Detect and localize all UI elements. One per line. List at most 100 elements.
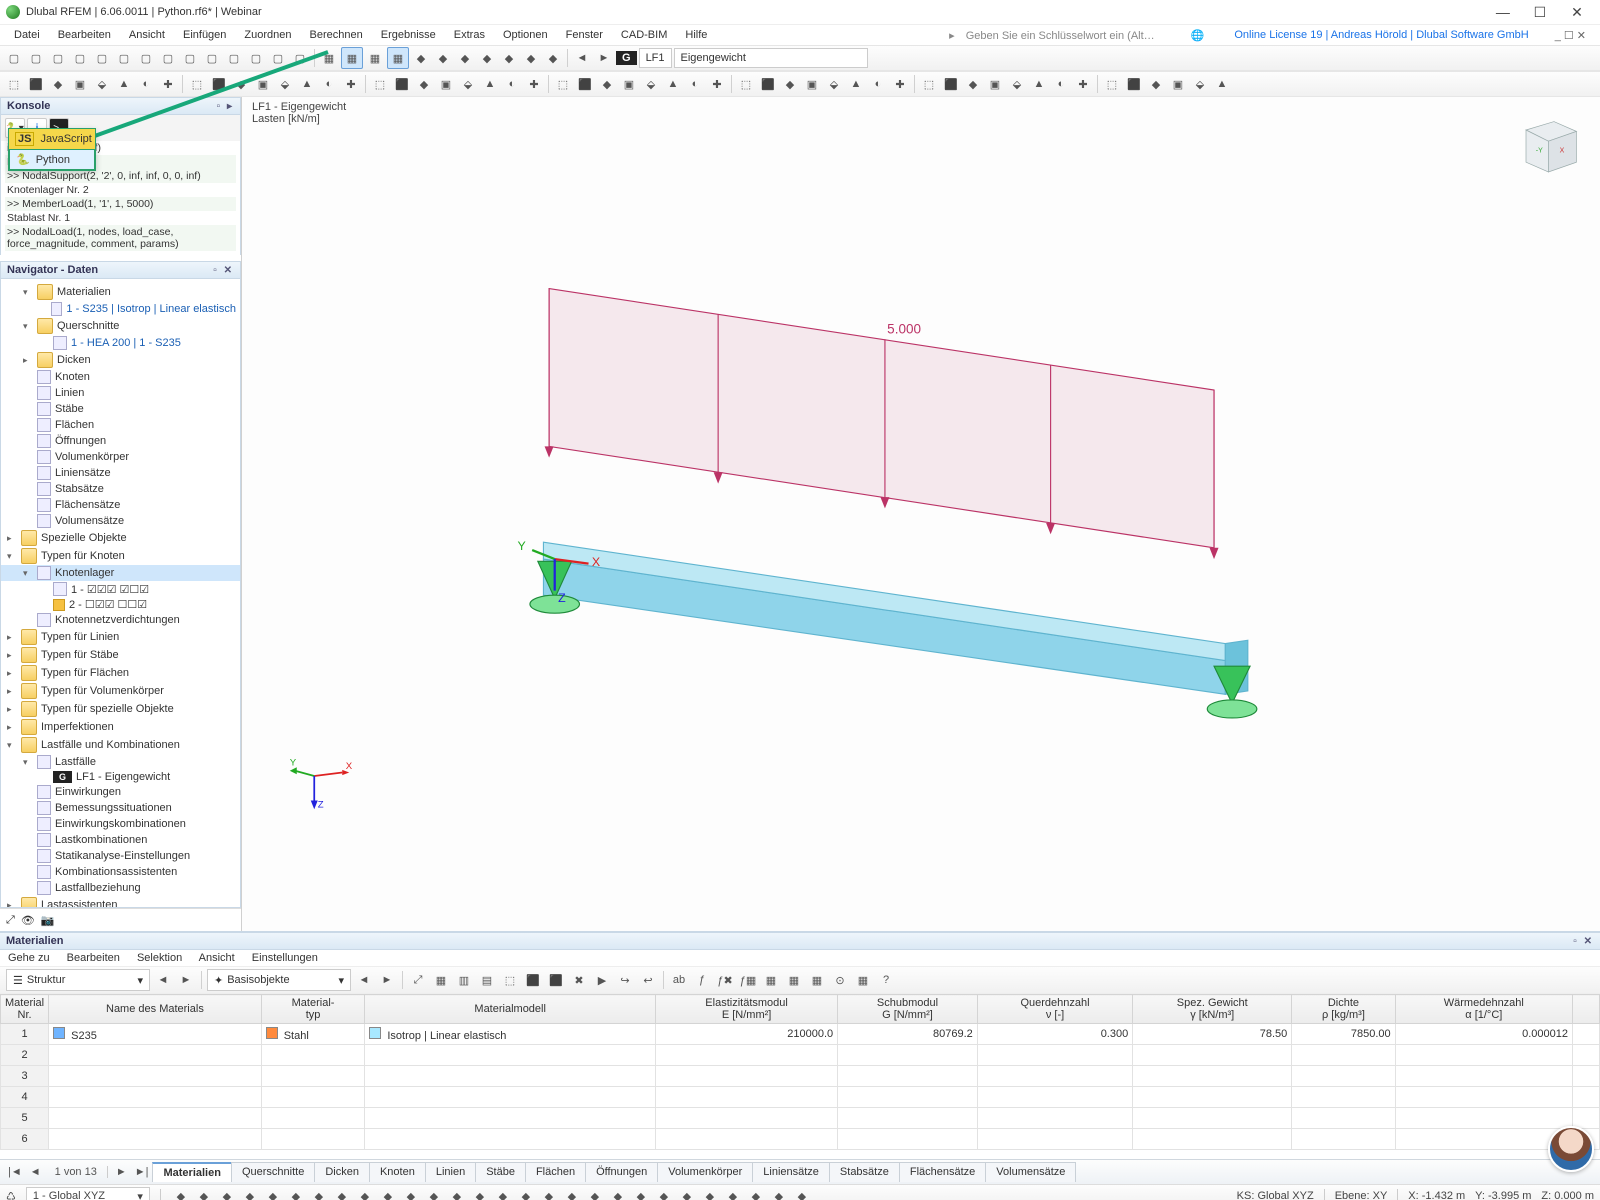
tree-item[interactable]: Einwirkungskombinationen <box>1 816 240 832</box>
tree-expand-icon[interactable]: ⤢ <box>6 914 15 927</box>
bp-tool[interactable]: ? <box>876 970 896 990</box>
tree-item[interactable]: ▸Spezielle Objekte <box>1 529 240 547</box>
bp-menu-bearbeiten[interactable]: Bearbeiten <box>67 952 120 964</box>
toolbar-button[interactable]: ▲ <box>1212 74 1232 94</box>
menu-fenster[interactable]: Fenster <box>558 27 611 43</box>
tree-item[interactable]: ▸Typen für Volumenkörper <box>1 682 240 700</box>
navigator-header[interactable]: Navigator - Daten▫ ✕ <box>0 261 241 279</box>
status-tool[interactable]: ◆ <box>723 1186 743 1200</box>
tree-item[interactable]: ▾Lastfälle und Kombinationen <box>1 736 240 754</box>
tree-item[interactable]: 1 - HEA 200 | 1 - S235 <box>1 335 240 351</box>
toolbar-button[interactable]: ⬙ <box>275 74 295 94</box>
toolbar-button[interactable]: ✚ <box>158 74 178 94</box>
tree-item[interactable]: Knoten <box>1 369 240 385</box>
assistant-avatar[interactable] <box>1548 1126 1594 1172</box>
tree-item[interactable]: Einwirkungen <box>1 784 240 800</box>
bp-tool[interactable]: ▶ <box>592 970 612 990</box>
menu-einfuegen[interactable]: Einfügen <box>175 27 234 43</box>
nav-prev[interactable]: ◄ <box>153 970 173 990</box>
tree-item[interactable]: ▸Lastassistenten <box>1 896 240 908</box>
bp-tool[interactable]: ↩ <box>638 970 658 990</box>
bp-tool[interactable]: ▦ <box>807 970 827 990</box>
loadcase-label[interactable]: Eigengewicht <box>674 48 868 68</box>
nav-prev-2[interactable]: ◄ <box>354 970 374 990</box>
col-header[interactable]: MaterialNr. <box>1 995 49 1024</box>
status-tool[interactable]: ◆ <box>493 1186 513 1200</box>
toolbar-button[interactable]: ⬚ <box>4 74 24 94</box>
bp-menu-gehezu[interactable]: Gehe zu <box>8 952 50 964</box>
toolbar-button[interactable]: ▣ <box>436 74 456 94</box>
bottom-tab[interactable]: Liniensätze <box>752 1162 830 1182</box>
toolbar-button[interactable]: ▢ <box>48 48 68 68</box>
keyword-search[interactable]: ▸ Geben Sie ein Schlüsselwort ein (Alt… <box>941 27 1171 44</box>
toolbar-button[interactable]: ✚ <box>524 74 544 94</box>
tree-item[interactable]: Kombinationsassistenten <box>1 864 240 880</box>
col-header[interactable]: Wärmedehnzahlα [1/°C] <box>1395 995 1572 1024</box>
tree-item[interactable]: ▸Typen für Stäbe <box>1 646 240 664</box>
status-tool[interactable]: ◆ <box>608 1186 628 1200</box>
materials-grid[interactable]: MaterialNr.Name des MaterialsMaterial-ty… <box>0 994 1600 1159</box>
viewport-3d[interactable]: LF1 - Eigengewicht Lasten [kN/m] -Y X <box>242 97 1600 931</box>
toolbar-button[interactable]: ◆ <box>963 74 983 94</box>
status-tool[interactable]: ◆ <box>769 1186 789 1200</box>
status-tool[interactable]: ◆ <box>677 1186 697 1200</box>
toolbar-button[interactable]: ▢ <box>246 48 266 68</box>
tree-item[interactable]: ▸Imperfektionen <box>1 718 240 736</box>
col-header[interactable]: Dichteρ [kg/m³] <box>1292 995 1395 1024</box>
toolbar-button[interactable]: ⬚ <box>553 74 573 94</box>
status-tool[interactable]: ◆ <box>792 1186 812 1200</box>
toolbar-button[interactable]: ⬙ <box>1007 74 1027 94</box>
menu-ergebnisse[interactable]: Ergebnisse <box>373 27 444 43</box>
toolbar-button[interactable]: ▣ <box>253 74 273 94</box>
minimize-button[interactable]: — <box>1486 4 1520 20</box>
eye-icon[interactable]: 👁 <box>21 914 35 927</box>
camera-icon[interactable]: 📷 <box>41 914 55 927</box>
status-tool[interactable]: ◆ <box>424 1186 444 1200</box>
status-tool[interactable]: ◆ <box>240 1186 260 1200</box>
status-tool[interactable]: ◆ <box>171 1186 191 1200</box>
tree-item[interactable]: Liniensätze <box>1 465 240 481</box>
toolbar-button[interactable]: ⬛ <box>1124 74 1144 94</box>
toolbar-button[interactable]: ▢ <box>136 48 156 68</box>
language-option-python[interactable]: 🐍Python <box>9 149 95 170</box>
toolbar-button[interactable]: ▢ <box>70 48 90 68</box>
toolbar-button[interactable]: ⬛ <box>26 74 46 94</box>
col-header[interactable]: Name des Materials <box>49 995 262 1024</box>
menu-hilfe[interactable]: Hilfe <box>677 27 715 43</box>
toolbar-button[interactable]: ▢ <box>114 48 134 68</box>
toolbar-button[interactable]: ▲ <box>1029 74 1049 94</box>
bp-tool[interactable]: ⬛ <box>523 970 543 990</box>
bp-tool[interactable]: ↪ <box>615 970 635 990</box>
status-tool[interactable]: ◆ <box>700 1186 720 1200</box>
toolbar-button[interactable]: ◐ <box>868 74 888 94</box>
status-tool[interactable]: ◆ <box>585 1186 605 1200</box>
bottom-tab[interactable]: Linien <box>425 1162 476 1182</box>
bp-tool[interactable]: ▤ <box>477 970 497 990</box>
toolbar-button[interactable]: ◆ <box>411 48 431 68</box>
bottom-tab[interactable]: Volumenkörper <box>657 1162 753 1182</box>
tree-item[interactable]: 2 - ☐☑☑ ☐☐☑ <box>1 597 240 612</box>
col-header[interactable]: Material-typ <box>261 995 365 1024</box>
toolbar-button[interactable]: ◐ <box>685 74 705 94</box>
tree-item[interactable]: ▾Lastfälle <box>1 754 240 770</box>
toolbar-button[interactable]: ⬚ <box>736 74 756 94</box>
menu-berechnen[interactable]: Berechnen <box>302 27 371 43</box>
tree-item[interactable]: Statikanalyse-Einstellungen <box>1 848 240 864</box>
toolbar-button[interactable]: ▲ <box>114 74 134 94</box>
toolbar-button[interactable]: ▢ <box>290 48 310 68</box>
bp-tool[interactable]: ⊙ <box>830 970 850 990</box>
tree-item[interactable]: ▸Typen für Linien <box>1 628 240 646</box>
toolbar-button[interactable]: ◆ <box>597 74 617 94</box>
tree-item[interactable]: ▾Typen für Knoten <box>1 547 240 565</box>
toolbar-button[interactable]: ✚ <box>890 74 910 94</box>
bp-tool[interactable]: ab <box>669 970 689 990</box>
toolbar-button[interactable]: ◆ <box>543 48 563 68</box>
tree-item[interactable]: Öffnungen <box>1 433 240 449</box>
language-option-js[interactable]: JSJavaScript <box>9 129 95 149</box>
toolbar-nav-prev[interactable]: ◄ <box>572 48 592 68</box>
menu-bearbeiten[interactable]: Bearbeiten <box>50 27 119 43</box>
toolbar-button[interactable]: ⬙ <box>458 74 478 94</box>
toolbar-button[interactable]: ⬛ <box>209 74 229 94</box>
tab-first[interactable]: |◄ <box>4 1166 26 1178</box>
menu-datei[interactable]: Datei <box>6 27 48 43</box>
